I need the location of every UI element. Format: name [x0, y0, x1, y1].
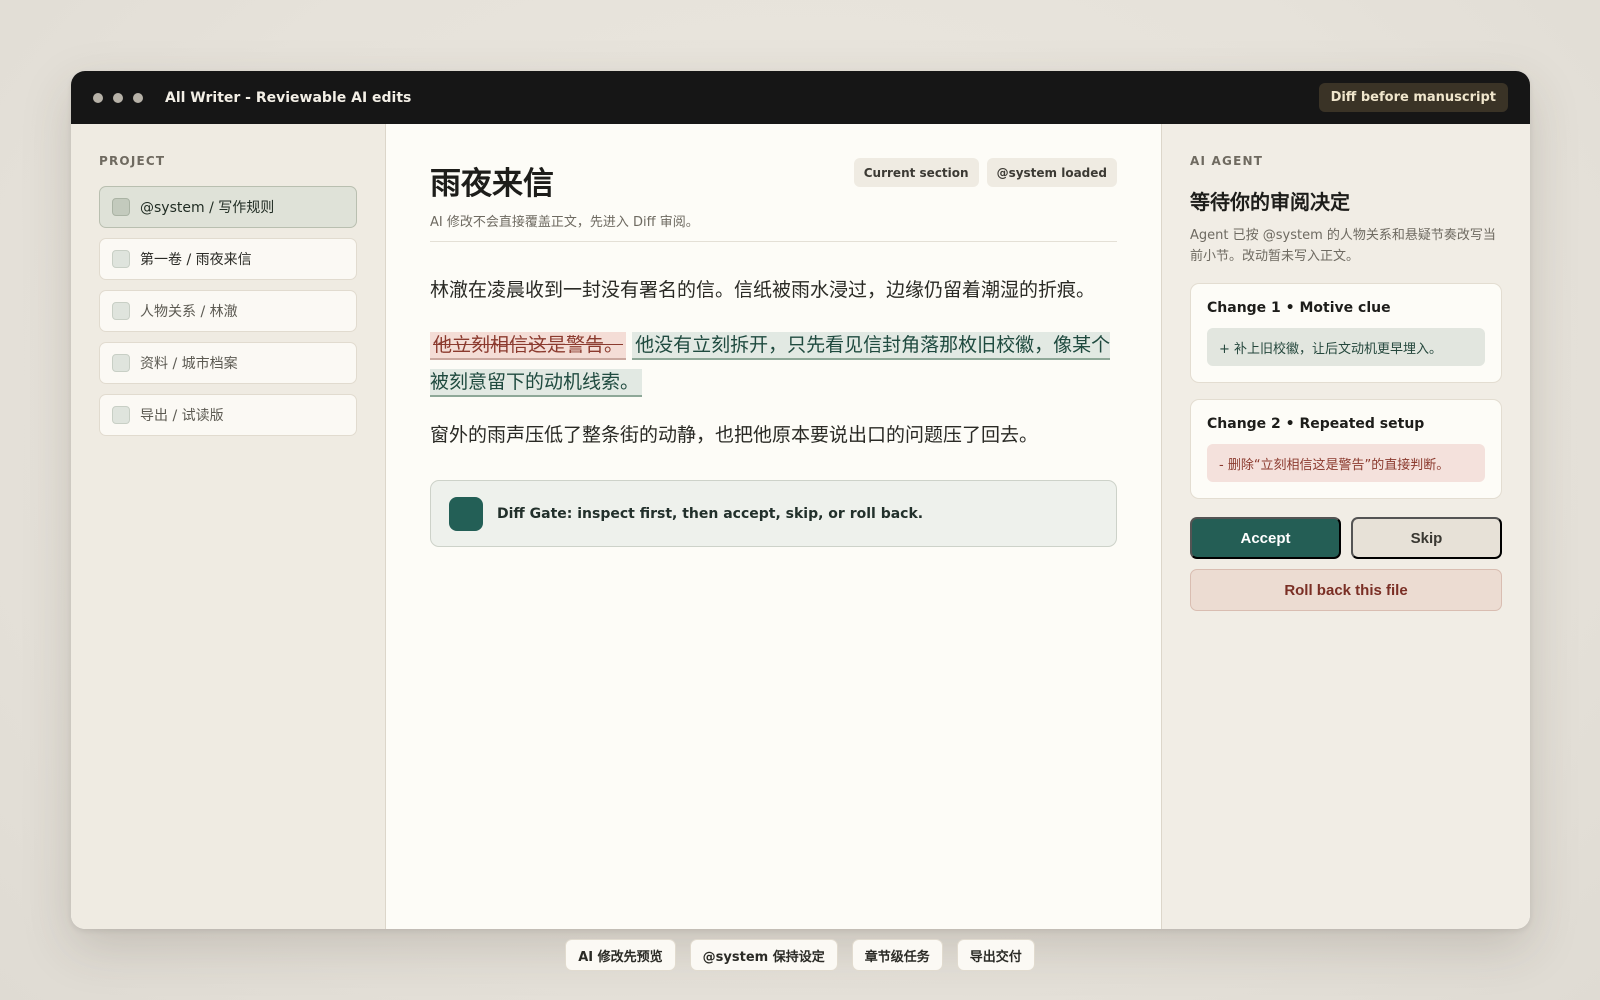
ai-agent-panel: AI AGENT 等待你的审阅决定 Agent 已按 @system 的人物关系…	[1161, 124, 1530, 929]
deleted-text[interactable]: 他立刻相信这是警告。	[430, 332, 627, 360]
sidebar-item-export[interactable]: 导出 / 试读版	[99, 394, 357, 436]
diff-mode-badge: Diff before manuscript	[1318, 83, 1508, 112]
current-section-chip[interactable]: Current section	[853, 158, 979, 187]
app-title: All Writer - Reviewable AI edits	[165, 89, 412, 106]
manuscript-editor: 雨夜来信 AI 修改不会直接覆盖正文，先进入 Diff 审阅。 Current …	[386, 124, 1161, 929]
project-file-list: @system / 写作规则 第一卷 / 雨夜来信 人物关系 / 林澈 资料 /…	[99, 186, 357, 436]
diff-gate-icon	[449, 496, 483, 531]
agent-label: AI AGENT	[1190, 154, 1264, 168]
file-icon	[112, 198, 130, 216]
title-bar: All Writer - Reviewable AI edits Diff be…	[71, 71, 1530, 124]
change-addition: + 补上旧校徽，让后文动机更早埋入。	[1207, 328, 1485, 366]
context-chips: Current section @system loaded	[853, 158, 1117, 187]
sidebar-item-label: 资料 / 城市档案	[140, 356, 238, 372]
page-subtitle: AI 修改不会直接覆盖正文，先进入 Diff 审阅。	[430, 215, 699, 230]
minimize-dot-icon[interactable]	[113, 92, 123, 103]
system-loaded-chip[interactable]: @system loaded	[986, 158, 1117, 187]
change-card-1[interactable]: Change 1 • Motive clue + 补上旧校徽，让后文动机更早埋入…	[1190, 283, 1502, 383]
accept-button[interactable]: Accept	[1190, 517, 1341, 559]
change-heading: Change 1 • Motive clue	[1207, 300, 1391, 316]
sidebar-item-label: 人物关系 / 林澈	[140, 304, 238, 320]
sidebar-item-volume-one[interactable]: 第一卷 / 雨夜来信	[99, 238, 357, 280]
feature-tag-system: @system 保持设定	[689, 939, 838, 971]
feature-tags: AI 修改先预览 @system 保持设定 章节级任务 导出交付	[0, 939, 1600, 971]
sidebar-item-characters[interactable]: 人物关系 / 林澈	[99, 290, 357, 332]
feature-tag-export: 导出交付	[956, 939, 1035, 971]
sidebar-item-label: 第一卷 / 雨夜来信	[140, 252, 252, 268]
review-actions: Accept Skip	[1190, 517, 1502, 559]
change-removal: - 删除“立刻相信这是警告”的直接判断。	[1207, 444, 1485, 482]
paragraph-3[interactable]: 窗外的雨声压低了整条街的动静，也把他原本要说出口的问题压了回去。	[430, 417, 1117, 454]
agent-description: Agent 已按 @system 的人物关系和悬疑节奏改写当前小节。改动暂未写入…	[1190, 228, 1496, 264]
feature-tag-chapter: 章节级任务	[851, 939, 943, 971]
diff-gate-banner: Diff Gate: inspect first, then accept, s…	[430, 480, 1117, 547]
paragraph-2-diff[interactable]: 他立刻相信这是警告。 他没有立刻拆开，只先看见信封角落那枚旧校徽，像某个被刻意留…	[430, 327, 1117, 401]
file-icon	[112, 302, 130, 320]
sidebar-item-label: @system / 写作规则	[140, 200, 275, 216]
sidebar-item-label: 导出 / 试读版	[140, 408, 224, 424]
diff-gate-text: Diff Gate: inspect first, then accept, s…	[497, 505, 924, 522]
app-window: All Writer - Reviewable AI edits Diff be…	[71, 71, 1530, 929]
editor-header: 雨夜来信 AI 修改不会直接覆盖正文，先进入 Diff 审阅。 Current …	[430, 158, 1117, 242]
rollback-button[interactable]: Roll back this file	[1190, 569, 1502, 611]
change-card-2[interactable]: Change 2 • Repeated setup - 删除“立刻相信这是警告”…	[1190, 399, 1502, 499]
file-icon	[112, 406, 130, 424]
window-controls	[93, 92, 143, 103]
maximize-dot-icon[interactable]	[133, 92, 143, 103]
file-icon	[112, 250, 130, 268]
skip-button[interactable]: Skip	[1351, 517, 1502, 559]
agent-title: 等待你的审阅决定	[1190, 190, 1350, 214]
file-icon	[112, 354, 130, 372]
project-label: PROJECT	[99, 154, 166, 168]
project-sidebar: PROJECT @system / 写作规则 第一卷 / 雨夜来信 人物关系 /…	[71, 124, 386, 929]
close-dot-icon[interactable]	[93, 92, 103, 103]
sidebar-item-city-archive[interactable]: 资料 / 城市档案	[99, 342, 357, 384]
change-heading: Change 2 • Repeated setup	[1207, 416, 1425, 432]
paragraph-1[interactable]: 林澈在凌晨收到一封没有署名的信。信纸被雨水浸过，边缘仍留着潮湿的折痕。	[430, 272, 1117, 309]
sidebar-item-system-rules[interactable]: @system / 写作规则	[99, 186, 357, 228]
feature-tag-preview: AI 修改先预览	[565, 939, 676, 971]
